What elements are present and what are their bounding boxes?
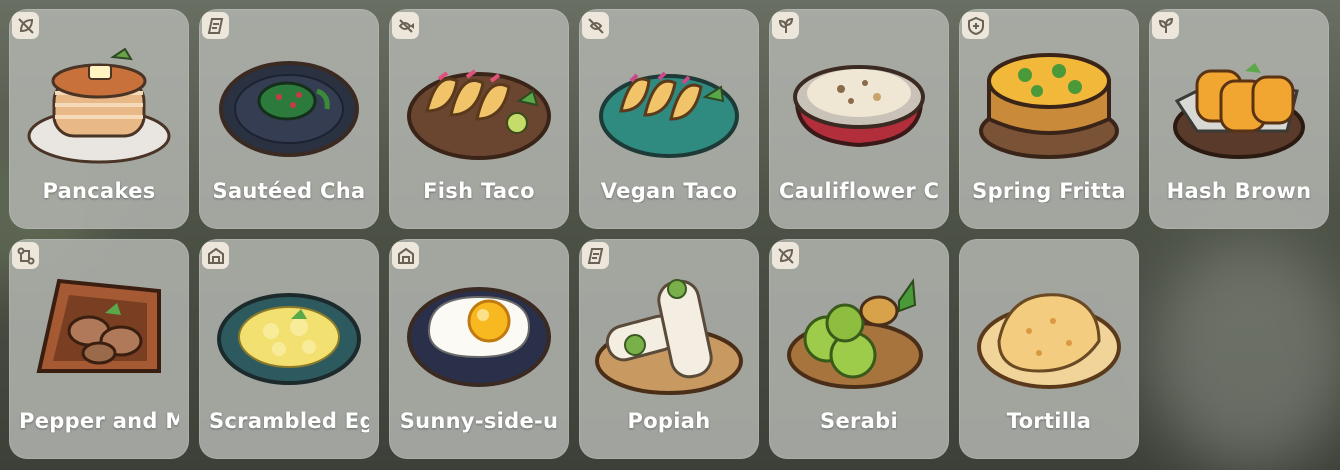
recipe-name: Sunny-side-u	[399, 409, 559, 433]
recipe-card-hash-brown[interactable]: Hash Brown	[1149, 9, 1329, 229]
hash-brown-dish-image	[1173, 63, 1305, 159]
sauteed-chard-dish-image	[219, 61, 359, 157]
recipe-name: Popiah	[627, 409, 711, 433]
recipe-name: Tortilla	[1006, 409, 1092, 433]
pancakes-dish-image	[27, 47, 171, 164]
recipe-card-popiah[interactable]: Popiah	[579, 239, 759, 459]
tortilla-dish-image	[977, 293, 1121, 389]
recipe-card-pepper-and-mushroom[interactable]: Pepper and M	[9, 239, 189, 459]
recipe-name: Spring Fritta	[972, 179, 1126, 203]
recipe-grid: Pancakes Sautéed Cha Fish Taco Vegan Tac…	[9, 9, 1329, 459]
recipe-card-serabi[interactable]: Serabi	[769, 239, 949, 459]
recipe-name: Pancakes	[42, 179, 156, 203]
recipe-name: Serabi	[820, 409, 898, 433]
serabi-dish-image	[787, 278, 923, 389]
recipe-card-sauteed-chard[interactable]: Sautéed Cha	[199, 9, 379, 229]
popiah-dish-image	[595, 279, 743, 395]
recipe-card-tortilla[interactable]: Tortilla	[959, 239, 1139, 459]
recipe-card-cauliflower[interactable]: Cauliflower C	[769, 9, 949, 229]
fish-taco-dish-image	[407, 69, 551, 160]
recipe-card-scrambled-eggs[interactable]: Scrambled Eg	[199, 239, 379, 459]
recipe-name: Hash Brown	[1166, 179, 1312, 203]
scrambled-eggs-dish-image	[217, 293, 361, 385]
recipe-name: Vegan Taco	[600, 179, 738, 203]
vegan-taco-dish-image	[599, 71, 739, 158]
recipe-card-pancakes[interactable]: Pancakes	[9, 9, 189, 229]
recipe-card-vegan-taco[interactable]: Vegan Taco	[579, 9, 759, 229]
pepper-and-mushroom-dish-image	[36, 278, 161, 373]
recipe-name: Pepper and M	[19, 409, 179, 433]
recipe-card-spring-frittata[interactable]: Spring Fritta	[959, 9, 1139, 229]
recipe-card-sunny-side-up[interactable]: Sunny-side-u	[389, 239, 569, 459]
sunny-side-up-dish-image	[407, 287, 551, 387]
spring-frittata-dish-image	[979, 53, 1119, 159]
recipe-name: Fish Taco	[423, 179, 535, 203]
cauliflower-dish-image	[793, 65, 925, 148]
recipe-name: Cauliflower C	[779, 179, 939, 203]
recipe-name: Sautéed Cha	[212, 179, 366, 203]
recipe-name: Scrambled Eg	[209, 409, 369, 433]
recipe-card-fish-taco[interactable]: Fish Taco	[389, 9, 569, 229]
